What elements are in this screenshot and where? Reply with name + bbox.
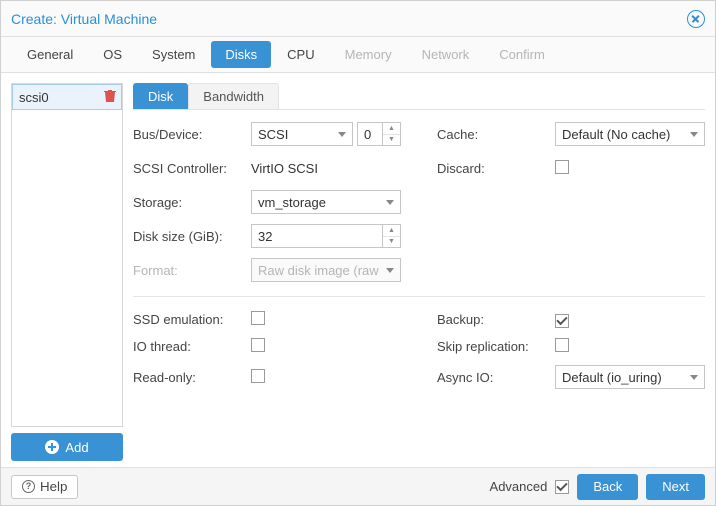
trash-icon[interactable] [99, 89, 121, 106]
cache-select[interactable]: Default (No cache) [555, 122, 705, 146]
subtab-disk[interactable]: Disk [133, 83, 188, 109]
tab-network: Network [408, 41, 484, 68]
ssd-label: SSD emulation: [133, 312, 243, 327]
help-button[interactable]: ? Help [11, 475, 78, 499]
format-select-value: Raw disk image (raw [258, 263, 379, 278]
scsi-controller-value: VirtIO SCSI [251, 156, 401, 180]
iothread-label: IO thread: [133, 339, 243, 354]
asyncio-select[interactable]: Default (io_uring) [555, 365, 705, 389]
next-button[interactable]: Next [646, 474, 705, 500]
asyncio-label: Async IO: [437, 370, 547, 385]
iothread-checkbox[interactable] [251, 338, 265, 352]
chevron-up-icon[interactable]: ▲ [383, 123, 400, 135]
tab-cpu[interactable]: CPU [273, 41, 328, 68]
skiprepl-checkbox[interactable] [555, 338, 569, 352]
chevron-down-icon [690, 132, 698, 137]
body: scsi0 Add Disk Bandwidth Bus/Device: [1, 73, 715, 467]
add-button-label: Add [65, 440, 88, 455]
close-icon[interactable] [687, 10, 705, 28]
tab-system[interactable]: System [138, 41, 209, 68]
disk-form: Bus/Device: SCSI 0 ▲▼ Cache: Default (No… [133, 122, 705, 389]
tab-os[interactable]: OS [89, 41, 136, 68]
skiprepl-label: Skip replication: [437, 339, 547, 354]
readonly-checkbox[interactable] [251, 369, 265, 383]
storage-select-value: vm_storage [258, 195, 326, 210]
cache-label: Cache: [437, 127, 547, 142]
help-button-label: Help [40, 479, 67, 494]
disk-size-value: 32 [258, 229, 272, 244]
ssd-checkbox[interactable] [251, 311, 265, 325]
subtab-bandwidth[interactable]: Bandwidth [188, 83, 279, 109]
plus-icon [45, 440, 59, 454]
disk-row[interactable]: scsi0 [12, 84, 122, 110]
chevron-down-icon[interactable]: ▼ [383, 135, 400, 146]
back-button[interactable]: Back [577, 474, 638, 500]
format-select: Raw disk image (raw [251, 258, 401, 282]
chevron-up-icon[interactable]: ▲ [383, 225, 400, 237]
disk-subtabs: Disk Bandwidth [133, 83, 705, 110]
readonly-label: Read-only: [133, 370, 243, 385]
disk-size-input[interactable]: 32 ▲▼ [251, 224, 401, 248]
backup-checkbox[interactable] [555, 314, 569, 328]
advanced-label: Advanced [490, 479, 548, 494]
help-icon: ? [22, 480, 35, 493]
tab-confirm: Confirm [485, 41, 559, 68]
chevron-down-icon [386, 268, 394, 273]
window-title: Create: Virtual Machine [11, 11, 157, 27]
wizard-tabs: General OS System Disks CPU Memory Netwo… [1, 37, 715, 73]
chevron-down-icon [386, 200, 394, 205]
bus-select-value: SCSI [258, 127, 288, 142]
disk-size-label: Disk size (GiB): [133, 229, 243, 244]
tab-disks[interactable]: Disks [211, 41, 271, 68]
titlebar: Create: Virtual Machine [1, 1, 715, 37]
disk-config-panel: Disk Bandwidth Bus/Device: SCSI 0 ▲▼ [133, 83, 705, 461]
tab-general[interactable]: General [13, 41, 87, 68]
asyncio-select-value: Default (io_uring) [562, 370, 662, 385]
disk-row-name: scsi0 [13, 90, 99, 105]
chevron-down-icon [338, 132, 346, 137]
scsi-controller-label: SCSI Controller: [133, 161, 243, 176]
storage-label: Storage: [133, 195, 243, 210]
add-button[interactable]: Add [11, 433, 123, 461]
footer: ? Help Advanced Back Next [1, 467, 715, 505]
device-number-value: 0 [364, 127, 371, 142]
cache-select-value: Default (No cache) [562, 127, 670, 142]
divider [133, 296, 705, 297]
tab-memory: Memory [331, 41, 406, 68]
create-vm-window: Create: Virtual Machine General OS Syste… [0, 0, 716, 506]
discard-label: Discard: [437, 161, 547, 176]
chevron-down-icon[interactable]: ▼ [383, 237, 400, 248]
disk-list: scsi0 [11, 83, 123, 427]
device-number[interactable]: 0 ▲▼ [357, 122, 401, 146]
chevron-down-icon [690, 375, 698, 380]
format-label: Format: [133, 263, 243, 278]
backup-label: Backup: [437, 312, 547, 327]
disk-list-panel: scsi0 Add [11, 83, 123, 461]
storage-select[interactable]: vm_storage [251, 190, 401, 214]
advanced-checkbox[interactable] [555, 480, 569, 494]
bus-select[interactable]: SCSI [251, 122, 353, 146]
bus-device-label: Bus/Device: [133, 127, 243, 142]
discard-checkbox[interactable] [555, 160, 569, 174]
